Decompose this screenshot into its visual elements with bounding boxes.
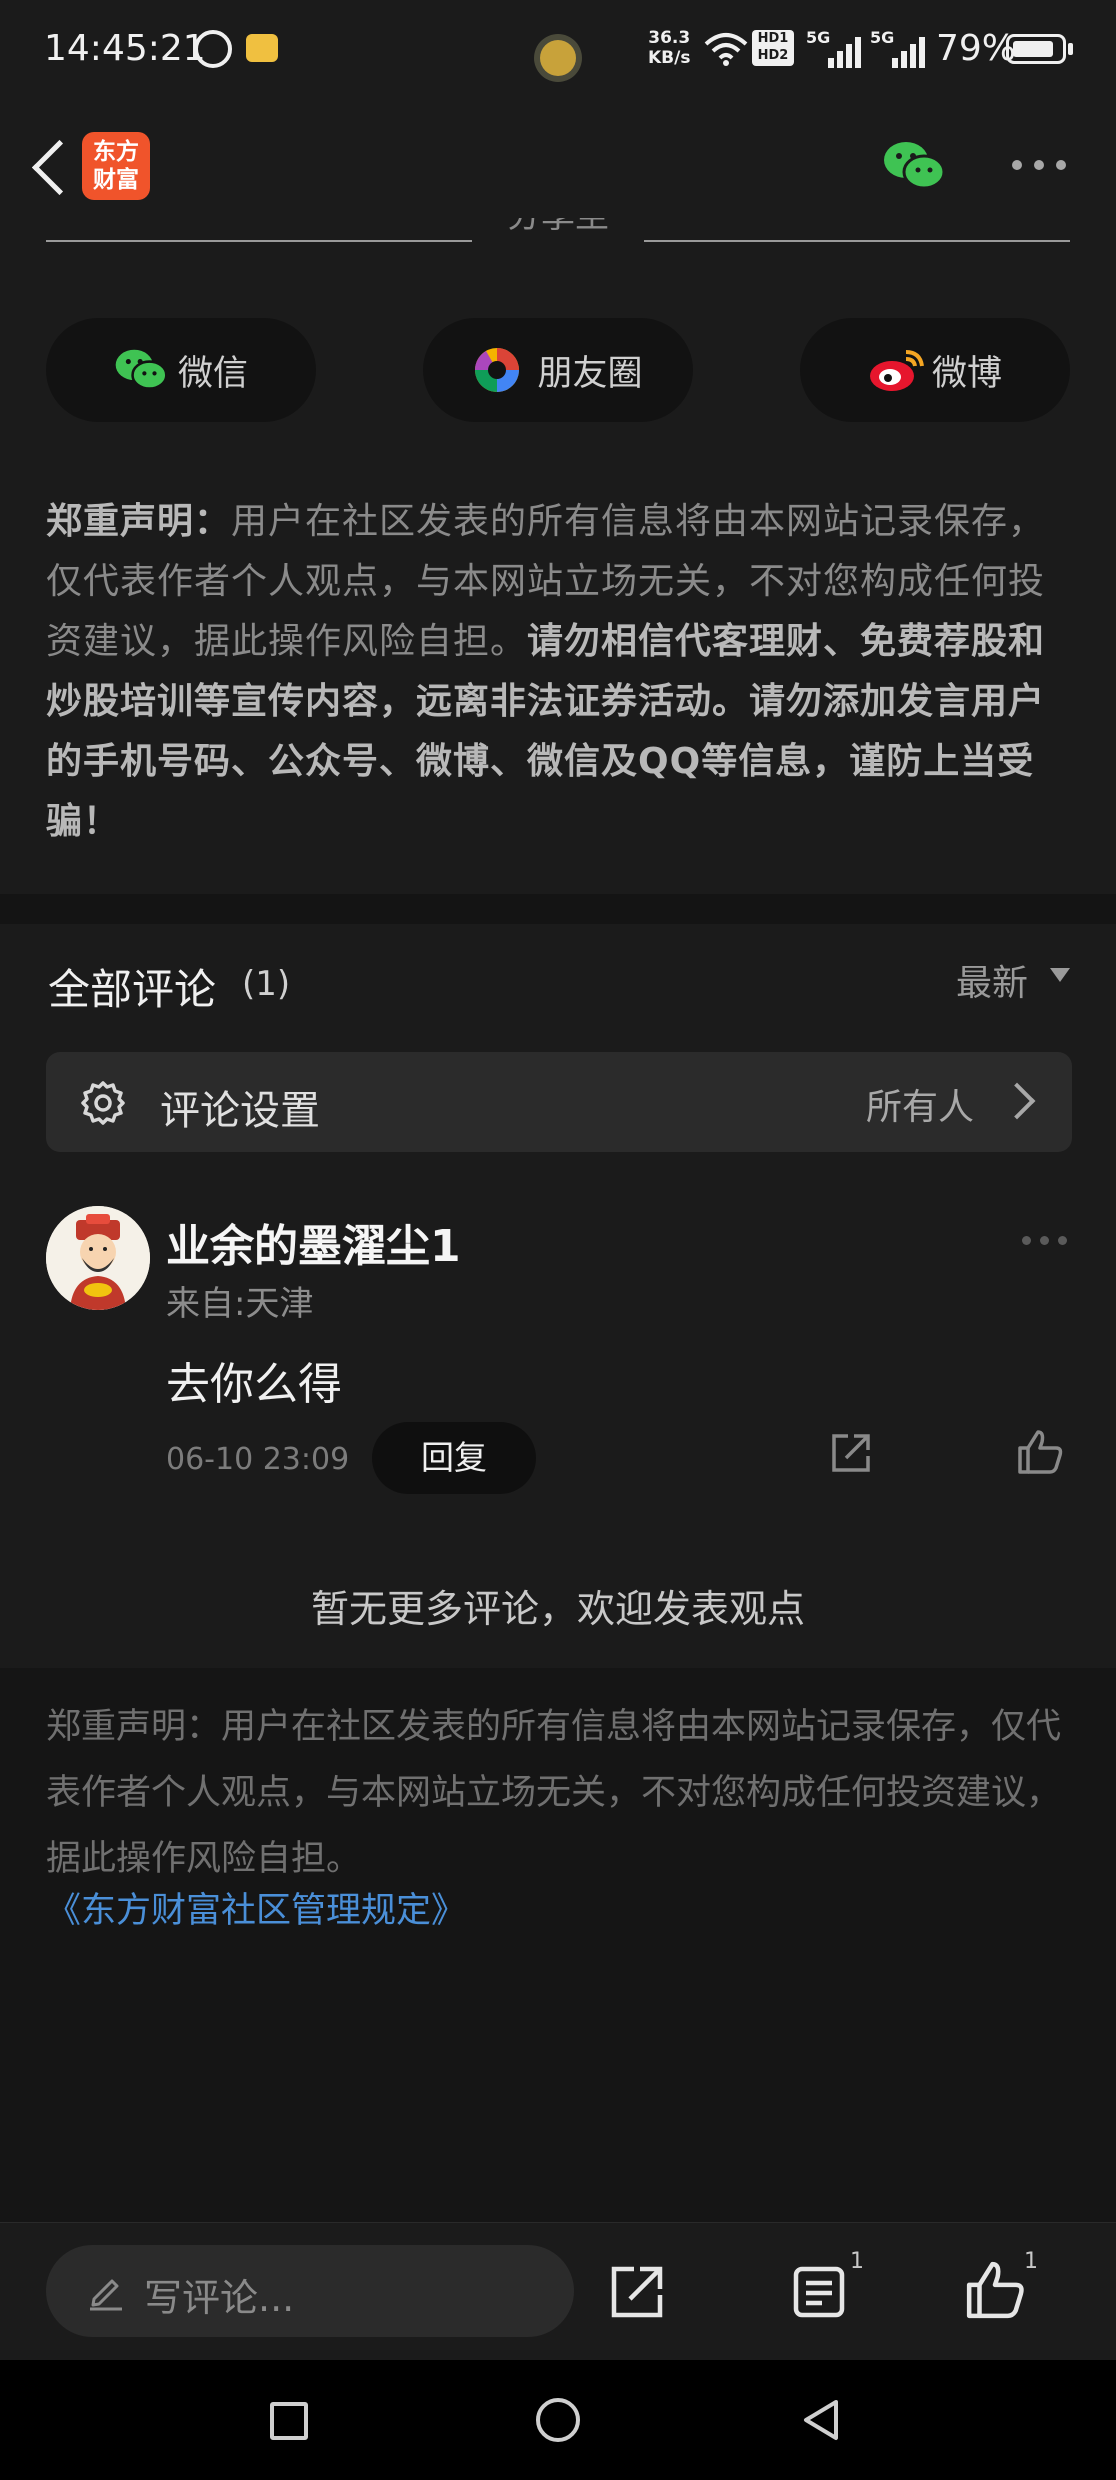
- sort-dropdown[interactable]: 最新: [956, 954, 1028, 1006]
- comment-settings-value: 所有人: [866, 1087, 975, 1128]
- share-weibo-button[interactable]: 微博: [800, 318, 1070, 422]
- comment-username[interactable]: 业余的墨濯尘1: [166, 1210, 461, 1274]
- divider: [644, 240, 1070, 242]
- divider: [46, 240, 472, 242]
- write-comment-input[interactable]: 写评论...: [46, 2245, 574, 2337]
- disclaimer-text: 郑重声明：用户在社区发表的所有信息将由本网站记录保存，仅代表作者个人观点，与本网…: [46, 1707, 1062, 1879]
- share-icon[interactable]: [828, 1430, 874, 1476]
- community-rules-link[interactable]: 《东方财富社区管理规定》: [46, 1882, 466, 1933]
- pencil-icon: [86, 2271, 126, 2311]
- no-more-comments: 暂无更多评论，欢迎发表观点: [310, 1587, 805, 1631]
- signal-icon: 5G: [806, 28, 870, 68]
- recent-apps-icon[interactable]: [270, 2402, 308, 2440]
- comments-badge: 1: [850, 2249, 864, 2274]
- share-wechat-button[interactable]: 微信: [46, 318, 316, 422]
- wifi-icon: [704, 32, 748, 75]
- wechat-icon: [114, 346, 168, 394]
- share-moments-button[interactable]: 朋友圈: [423, 318, 693, 422]
- article-bottom-section: 分享至 微信 朋友圈: [0, 218, 1116, 2230]
- status-bar: 14:45:21 36.3 KB/s HD1 HD2 5G 5G 79%: [0, 0, 1116, 100]
- aperture-icon: [194, 30, 232, 68]
- disclaimer-notice: 郑重声明：用户在社区发表的所有信息将由本网站记录保存，仅代表作者个人观点，与本网…: [46, 501, 1046, 842]
- weibo-icon: [868, 346, 924, 394]
- brightness-icon: [540, 40, 576, 76]
- moments-icon: [473, 346, 527, 394]
- comments-count: (1): [242, 964, 291, 1004]
- section-separator: [0, 894, 1116, 924]
- share-icon[interactable]: [608, 2263, 666, 2321]
- footer-disclaimer: 郑重声明：用户在社区发表的所有信息将由本网站记录保存，仅代表作者个人观点，与本网…: [0, 1668, 1116, 2222]
- comment-settings-label: 评论设置: [160, 1088, 320, 1134]
- bottom-action-bar: 写评论... 1 1: [0, 2222, 1116, 2360]
- comment-timestamp: 06-10 23:09: [166, 1442, 350, 1477]
- caret-down-icon[interactable]: [1050, 968, 1070, 982]
- comment-location: 来自:天津: [166, 1284, 314, 1324]
- more-options-icon[interactable]: [1010, 160, 1070, 172]
- status-time: 14:45:21: [44, 28, 206, 69]
- hd-voice-icon: HD1 HD2: [752, 30, 794, 66]
- home-icon[interactable]: [536, 2398, 580, 2442]
- system-back-icon[interactable]: [800, 2398, 844, 2442]
- thumbs-up-icon[interactable]: [1016, 1428, 1064, 1476]
- battery-percent: 79%: [936, 28, 1017, 69]
- notification-app-icon: [246, 34, 278, 62]
- comments-list-icon[interactable]: [790, 2263, 848, 2321]
- share-title: 分享至: [490, 218, 626, 242]
- reply-button[interactable]: 回复: [372, 1422, 536, 1494]
- avatar[interactable]: [46, 1206, 150, 1310]
- more-options-icon[interactable]: [1022, 1236, 1068, 1246]
- chevron-right-icon: [998, 1082, 1036, 1120]
- comments-heading: 全部评论: [48, 965, 217, 1014]
- signal-icon-2: 5G: [870, 28, 934, 68]
- battery-icon: [1006, 34, 1066, 64]
- wechat-icon[interactable]: [882, 138, 946, 194]
- thumbs-up-icon[interactable]: [964, 2259, 1026, 2321]
- gear-icon: [80, 1080, 126, 1126]
- system-navigation-bar: [0, 2360, 1116, 2480]
- likes-badge: 1: [1024, 2249, 1038, 2274]
- comment-settings-row[interactable]: 评论设置 所有人: [46, 1052, 1072, 1152]
- write-comment-placeholder: 写评论...: [144, 2276, 295, 2320]
- app-logo: 东方 财富: [82, 132, 150, 200]
- top-nav-bar: 东方 财富: [0, 100, 1116, 230]
- back-icon[interactable]: [26, 136, 76, 196]
- network-speed: 36.3 KB/s: [648, 28, 691, 68]
- comment-text: 去你么得: [166, 1359, 342, 1410]
